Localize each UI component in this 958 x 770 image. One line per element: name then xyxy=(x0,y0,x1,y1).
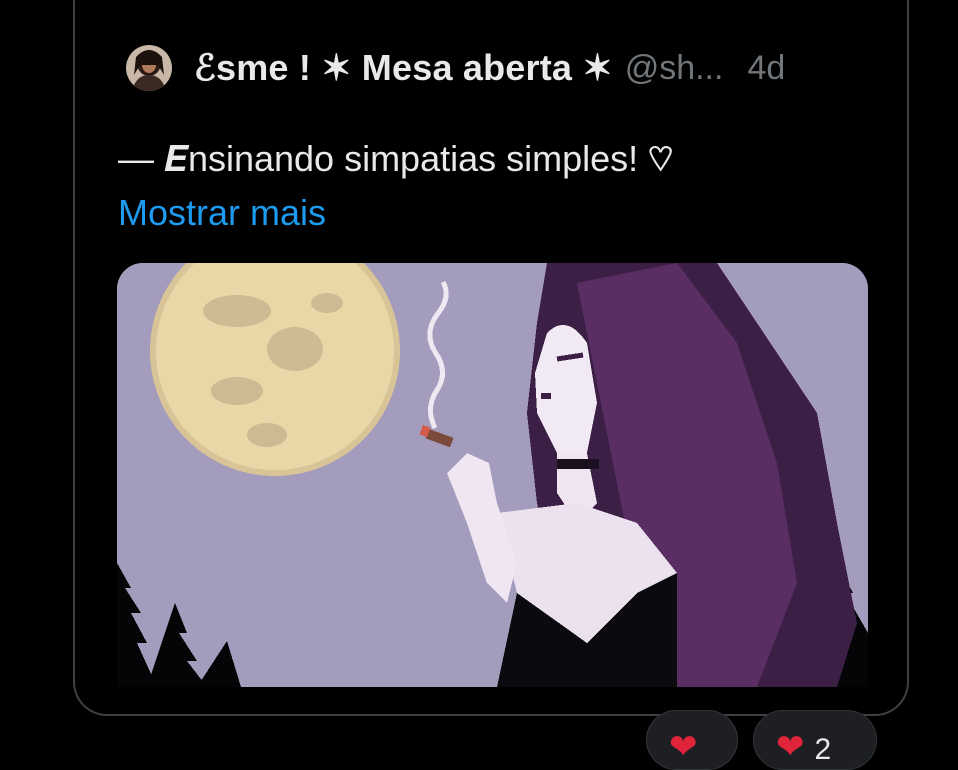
heart-icon: ❤ xyxy=(669,728,698,766)
post-media[interactable] xyxy=(117,263,868,687)
post-header: ℰsme ! ✶ Mesa aberta ✶ @sh... 4d xyxy=(126,44,785,92)
post-text: — 𝑬nsinando simpatias simples! ♡ xyxy=(118,138,674,179)
reaction-button[interactable]: ❤ 2 xyxy=(753,710,877,770)
author-name[interactable]: ℰsme ! ✶ Mesa aberta ✶ xyxy=(194,47,613,89)
reaction-bar: ❤ ❤ 2 xyxy=(0,710,958,770)
heart-icon: ❤ xyxy=(776,728,805,766)
reaction-button[interactable]: ❤ xyxy=(646,710,738,770)
avatar-image xyxy=(126,45,172,91)
reaction-count: 2 xyxy=(814,733,832,766)
avatar[interactable] xyxy=(126,45,172,91)
post-timestamp[interactable]: 4d xyxy=(747,49,785,88)
show-more-link[interactable]: Mostrar mais xyxy=(118,190,326,236)
author-handle[interactable]: @sh... xyxy=(625,49,724,88)
pixel-art-moon-woman-image xyxy=(117,263,868,687)
